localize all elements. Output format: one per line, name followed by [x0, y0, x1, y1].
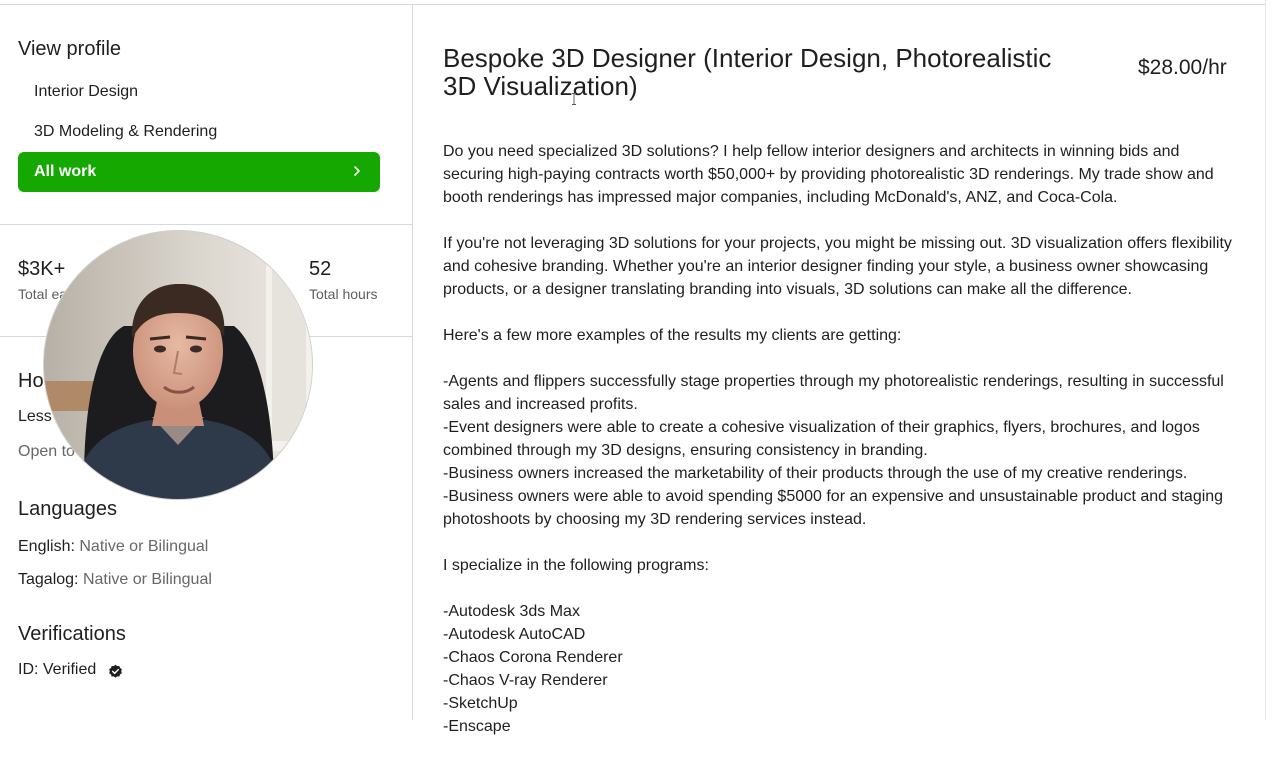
- verified-check-icon: [109, 664, 123, 678]
- all-work-label: All work: [34, 163, 97, 180]
- language-tagalog: Tagalog: Native or Bilingual: [18, 571, 212, 589]
- description-paragraph: Do you need specialized 3D solutions? I …: [443, 143, 1214, 206]
- profile-description: Do you need specialized 3D solutions? I …: [443, 140, 1233, 761]
- profile-title: Bespoke 3D Designer (Interior Design, Ph…: [443, 43, 1052, 101]
- description-paragraph: Here's a few more examples of the result…: [443, 327, 902, 344]
- presenter-video-image: [44, 231, 312, 499]
- language-level: Native or Bilingual: [79, 538, 209, 555]
- list-item: -Chaos Corona Renderer: [443, 649, 623, 666]
- programs-list: -Autodesk 3ds Max -Autodesk AutoCAD -Cha…: [443, 600, 1233, 738]
- hourly-rate: $28.00/hr: [1138, 56, 1227, 79]
- list-item: -Autodesk AutoCAD: [443, 626, 586, 643]
- hours-per-week-heading: Ho: [18, 370, 44, 392]
- list-item: -Business owners were able to avoid spen…: [443, 488, 1224, 528]
- verifications-heading: Verifications: [18, 623, 126, 645]
- list-item: -Autodesk 3ds Max: [443, 603, 580, 620]
- results-list: -Agents and flippers successfully stage …: [443, 370, 1233, 531]
- list-item: -Enscape: [443, 718, 511, 735]
- specialized-profile-3d-modeling[interactable]: 3D Modeling & Rendering: [34, 123, 217, 141]
- specialized-profile-interior-design[interactable]: Interior Design: [34, 83, 138, 101]
- language-name: Tagalog:: [18, 571, 79, 588]
- view-profile-heading: View profile: [18, 38, 122, 60]
- list-item: -Chaos V-ray Renderer: [443, 672, 608, 689]
- all-work-button[interactable]: All work: [18, 152, 380, 192]
- id-verified-label: ID: Verified: [18, 661, 97, 678]
- list-item: -Business owners increased the marketabi…: [443, 465, 1188, 482]
- list-item: -Event designers were able to create a c…: [443, 419, 1200, 459]
- description-paragraph: If you're not leveraging 3D solutions fo…: [443, 235, 1232, 298]
- total-hours-value: 52: [309, 258, 332, 280]
- languages-heading: Languages: [18, 498, 117, 520]
- profile-main-content: Bespoke 3D Designer (Interior Design, Ph…: [413, 5, 1265, 735]
- description-paragraph: I specialize in the following programs:: [443, 557, 709, 574]
- language-level: Native or Bilingual: [82, 571, 212, 588]
- contract-to-hire-text: Open to: [18, 443, 75, 460]
- language-name: English:: [18, 538, 75, 555]
- hours-per-week-value: Less: [18, 408, 52, 425]
- chevron-right-icon: [354, 166, 360, 176]
- text-cursor-icon: [572, 93, 576, 105]
- sidebar-divider: [0, 224, 412, 225]
- list-item: -SketchUp: [443, 695, 518, 712]
- total-hours-label: Total hours: [309, 286, 378, 302]
- id-verified-row: ID: Verified: [18, 661, 123, 679]
- total-earnings-value: $3K+: [18, 258, 66, 280]
- list-item: -Agents and flippers successfully stage …: [443, 373, 1224, 413]
- language-english: English: Native or Bilingual: [18, 538, 208, 556]
- webcam-overlay: [43, 230, 313, 500]
- window-right-edge: [1265, 0, 1280, 720]
